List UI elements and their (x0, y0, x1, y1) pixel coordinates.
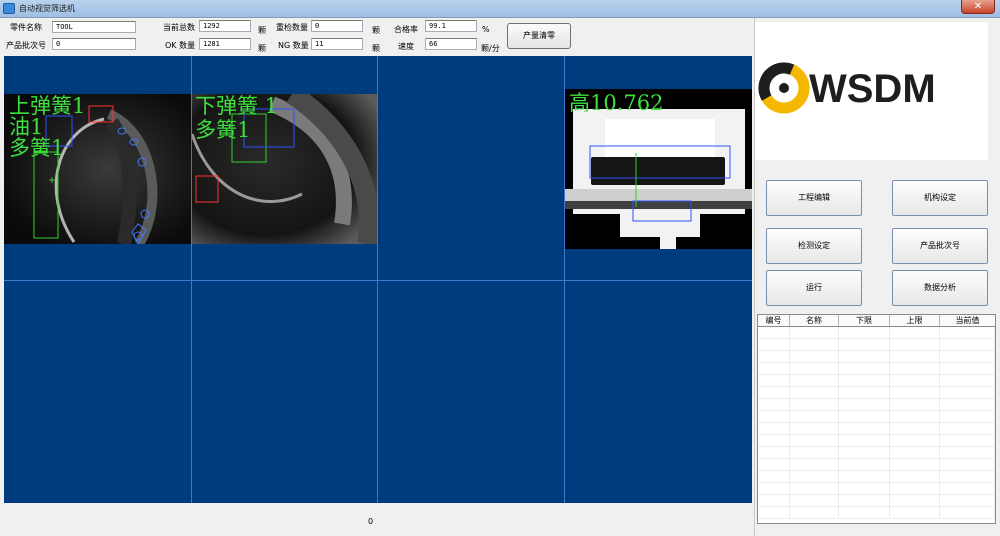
pass-rate-unit: % (482, 25, 490, 34)
table-row (758, 387, 995, 399)
project-edit-button[interactable]: 工程编辑 (766, 180, 862, 216)
speed-unit: 颗/分 (481, 44, 500, 53)
table-row (758, 375, 995, 387)
title-bar: 自动视觉筛选机 ✕ (0, 0, 1000, 18)
table-row (758, 435, 995, 447)
ok-field: 1281 (199, 38, 251, 50)
part-name-field[interactable]: TOOL (52, 21, 136, 33)
ng-label: NG 数量 (278, 41, 309, 50)
window-title: 自动视觉筛选机 (19, 4, 75, 13)
table-row (758, 423, 995, 435)
camera-grid: 上弹簧1 油1 多簧1 下弹簧 1 多簧1 高10.762 (4, 56, 752, 503)
run-button[interactable]: 运行 (766, 270, 862, 306)
cam4-label-1: 高10.762 (569, 91, 664, 115)
measurement-table: 编号 名称 下限 上限 当前值 (757, 314, 996, 524)
status-value: 0 (368, 517, 374, 526)
logo-text: WSDM (809, 67, 936, 111)
table-row (758, 447, 995, 459)
camera-view-2[interactable]: 下弹簧 1 多簧1 (192, 94, 377, 244)
table-row (758, 471, 995, 483)
col-current[interactable]: 当前值 (940, 315, 995, 326)
wsdm-logo: WSDM (755, 22, 988, 160)
batch-field[interactable]: 0 (52, 38, 136, 50)
table-row (758, 507, 995, 519)
recheck-label: 重检数量 (276, 23, 308, 32)
total-field: 1292 (199, 20, 251, 32)
recheck-unit: 颗 (372, 26, 380, 35)
total-label: 当前总数 (163, 23, 195, 32)
cam1-label-2: 油1 (9, 115, 44, 139)
ok-unit: 颗 (258, 44, 266, 53)
mechanism-settings-button[interactable]: 机构设定 (892, 180, 988, 216)
table-body (758, 327, 995, 519)
col-id[interactable]: 编号 (758, 315, 790, 326)
pass-rate-field: 99.1 (425, 20, 477, 32)
table-row (758, 327, 995, 339)
recheck-field: 0 (311, 20, 363, 32)
table-row (758, 363, 995, 375)
cam1-label-1: 上弹簧1 (9, 94, 86, 118)
part-name-label: 零件名称 (10, 23, 42, 32)
detection-settings-button[interactable]: 检测设定 (766, 228, 862, 264)
table-row (758, 399, 995, 411)
ng-field: 11 (311, 38, 363, 50)
col-upper[interactable]: 上限 (890, 315, 940, 326)
clear-count-button[interactable]: 产量清零 (507, 23, 571, 49)
batch-number-button[interactable]: 产品批次号 (892, 228, 988, 264)
data-analysis-button[interactable]: 数据分析 (892, 270, 988, 306)
logo-mark: WSDM (758, 62, 936, 114)
col-lower[interactable]: 下限 (839, 315, 890, 326)
table-row (758, 411, 995, 423)
table-row (758, 351, 995, 363)
speed-field: 66 (425, 38, 477, 50)
total-unit: 颗 (258, 26, 266, 35)
table-row (758, 483, 995, 495)
speed-label: 速度 (398, 42, 414, 51)
pass-rate-label: 合格率 (394, 25, 418, 34)
production-info-bar: 零件名称 TOOL 产品批次号 0 当前总数 1292 颗 OK 数量 1281… (0, 18, 752, 56)
table-row (758, 339, 995, 351)
cam2-label-1: 下弹簧 1 (195, 94, 279, 118)
table-row (758, 495, 995, 507)
table-header: 编号 名称 下限 上限 当前值 (758, 315, 995, 327)
col-name[interactable]: 名称 (790, 315, 839, 326)
cam2-label-2: 多簧1 (195, 118, 251, 142)
camera-view-4[interactable]: 高10.762 (565, 89, 752, 249)
batch-label: 产品批次号 (6, 41, 46, 50)
right-panel: WSDM 工程编辑 机构设定 检测设定 产品批次号 运行 数据分析 编号 名称 … (754, 18, 1000, 536)
ok-label: OK 数量 (165, 41, 196, 50)
status-bar: 0 (0, 503, 752, 536)
table-row (758, 459, 995, 471)
cam1-label-3: 多簧1 (9, 136, 65, 160)
close-button[interactable]: ✕ (961, 0, 995, 14)
camera-view-1[interactable]: 上弹簧1 油1 多簧1 (4, 94, 191, 244)
app-icon (3, 3, 15, 14)
ng-unit: 颗 (372, 44, 380, 53)
